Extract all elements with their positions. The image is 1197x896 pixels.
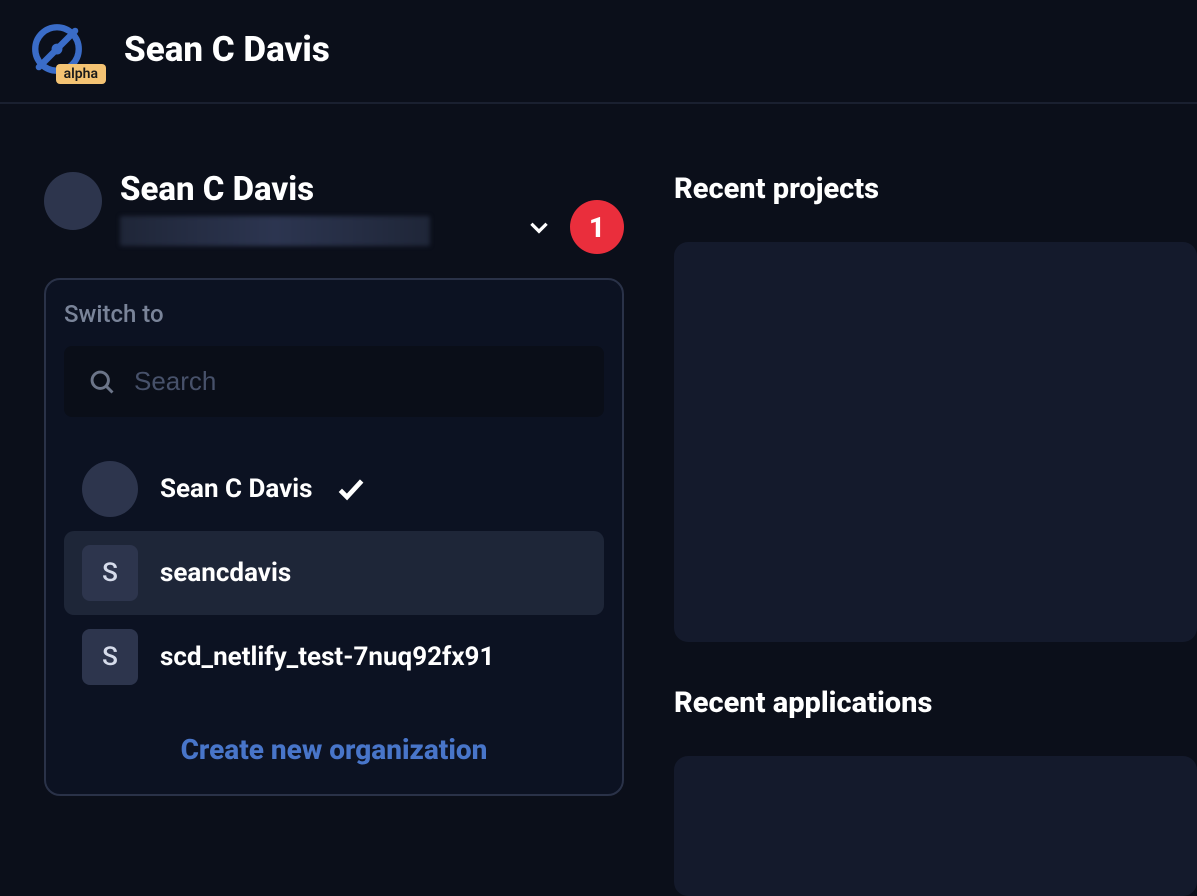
org-switcher-dropdown: Switch to Sean C Davis S seancdavis [44,278,624,796]
org-item-sean-c-davis[interactable]: Sean C Davis [64,447,604,531]
org-subline-redacted [120,216,430,246]
alpha-badge: alpha [56,64,106,84]
recent-projects-title: Recent projects [674,172,1197,206]
dropdown-title: Switch to [64,300,604,328]
topbar: alpha Sean C Davis [0,0,1197,104]
search-icon [88,368,116,396]
org-item-avatar [82,461,138,517]
step-badge: 1 [570,200,624,254]
content: Sean C Davis 1 Switch to Se [0,104,1197,896]
org-search-box[interactable] [64,346,604,417]
org-header[interactable]: Sean C Davis 1 [44,172,624,254]
org-item-label: Sean C Davis [160,474,313,504]
current-org-name: Sean C Davis [120,172,508,208]
org-item-scd-netlify-test[interactable]: S scd_netlify_test-7nuq92fx91 [64,615,604,699]
topbar-title: Sean C Davis [124,29,330,70]
logo-wrap[interactable]: alpha [28,20,86,78]
recent-applications-title: Recent applications [674,686,1197,720]
org-item-label: seancdavis [160,558,291,588]
org-header-text: Sean C Davis [120,172,508,246]
org-avatar [44,172,102,230]
org-item-avatar: S [82,545,138,601]
right-column: Recent projects Recent applications [674,172,1197,896]
org-search-input[interactable] [134,366,580,397]
chevron-down-icon [526,214,552,240]
org-item-seancdavis[interactable]: S seancdavis [64,531,604,615]
left-column: Sean C Davis 1 Switch to Se [44,172,624,896]
org-switcher-trigger[interactable]: 1 [526,200,624,254]
org-item-avatar: S [82,629,138,685]
recent-applications-card[interactable] [674,756,1197,896]
create-new-organization-button[interactable]: Create new organization [64,733,604,766]
recent-projects-card[interactable] [674,242,1197,642]
org-item-label: scd_netlify_test-7nuq92fx91 [160,642,494,672]
check-icon [335,473,367,505]
